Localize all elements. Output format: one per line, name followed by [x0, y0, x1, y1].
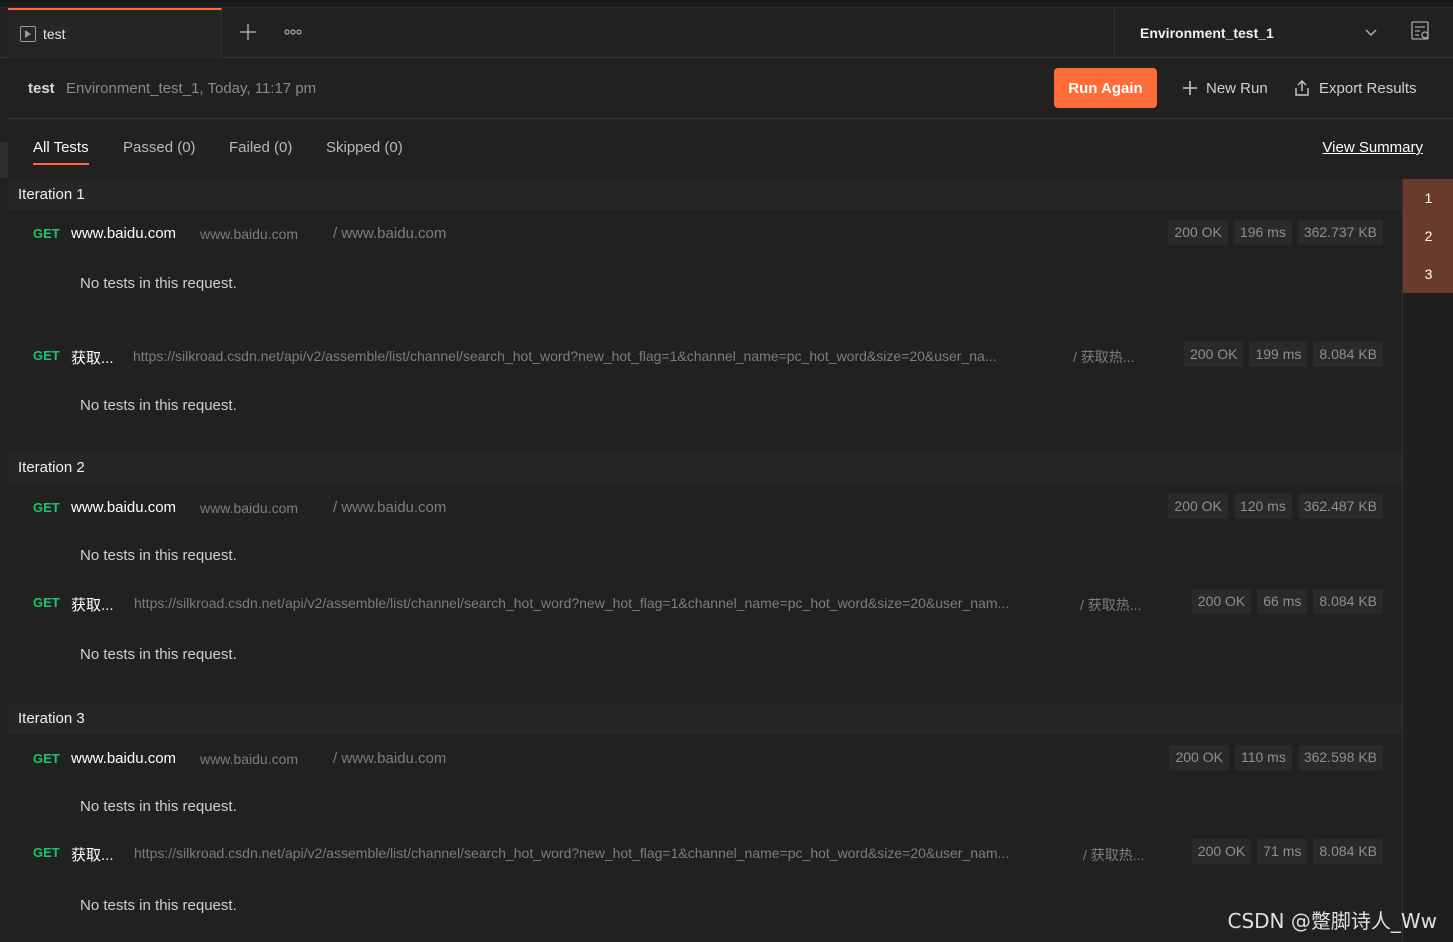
chevron-down-icon: [1364, 25, 1378, 44]
request-method: GET: [33, 226, 60, 241]
size-badge: 8.084 KB: [1313, 589, 1383, 614]
view-summary-link[interactable]: View Summary: [1322, 139, 1423, 156]
result-filters: All Tests Passed (0) Failed (0) Skipped …: [8, 119, 1453, 179]
run-results-list: Iteration 1 GET www.baidu.com www.baidu.…: [8, 179, 1402, 942]
iteration-header: Iteration 2: [8, 452, 1402, 483]
tab-all-tests[interactable]: All Tests: [33, 139, 89, 165]
request-url: https://silkroad.csdn.net/api/v2/assembl…: [134, 595, 1010, 611]
tab-failed[interactable]: Failed (0): [229, 139, 292, 156]
status-badge: 200 OK: [1168, 494, 1228, 519]
more-tabs-button[interactable]: [281, 20, 305, 44]
iteration-scrubber: 1 2 3: [1402, 179, 1453, 942]
run-header: test Environment_test_1, Today, 11:17 pm…: [8, 58, 1453, 119]
iteration-jump-1[interactable]: 1: [1403, 179, 1453, 217]
add-tab-button[interactable]: [236, 20, 260, 44]
request-url: www.baidu.com: [200, 500, 299, 516]
new-run-button[interactable]: New Run: [1182, 76, 1268, 100]
run-again-button[interactable]: Run Again: [1054, 68, 1157, 108]
request-method: GET: [33, 500, 60, 515]
plus-icon: [1183, 81, 1197, 95]
no-tests-message: No tests in this request.: [80, 275, 237, 292]
time-badge: 66 ms: [1257, 589, 1308, 614]
time-badge: 110 ms: [1234, 745, 1292, 770]
no-tests-message: No tests in this request.: [80, 646, 237, 663]
no-tests-message: No tests in this request.: [80, 547, 237, 564]
export-icon: [1295, 80, 1309, 96]
size-badge: 362.598 KB: [1297, 745, 1383, 770]
request-path: / www.baidu.com: [333, 225, 447, 242]
ellipsis-icon: [284, 29, 302, 35]
new-run-label: New Run: [1206, 79, 1268, 97]
watermark: CSDN @蹩脚诗人_Ww: [1227, 909, 1437, 933]
request-path: / 获取热...: [1083, 847, 1145, 863]
request-name[interactable]: www.baidu.com: [71, 225, 176, 242]
request-row[interactable]: GET 获取... https://silkroad.csdn.net/api/…: [8, 578, 1402, 626]
iteration-jump-3[interactable]: 3: [1403, 255, 1453, 293]
request-method: GET: [33, 595, 60, 610]
collection-name: test: [28, 80, 55, 97]
request-row[interactable]: GET 获取... https://silkroad.csdn.net/api/…: [8, 330, 1402, 380]
time-badge: 199 ms: [1249, 342, 1308, 367]
export-results-label: Export Results: [1319, 79, 1417, 97]
time-badge: 120 ms: [1233, 494, 1292, 519]
request-path: / 获取热...: [1073, 349, 1135, 365]
environment-eye-icon: [1411, 21, 1429, 40]
request-row[interactable]: GET www.baidu.com www.baidu.com / www.ba…: [8, 483, 1402, 526]
status-badge: 200 OK: [1169, 745, 1229, 770]
request-name[interactable]: 获取...: [71, 844, 114, 865]
tab-test[interactable]: test: [8, 8, 222, 58]
run-meta: Environment_test_1, Today, 11:17 pm: [66, 80, 317, 97]
request-name[interactable]: 获取...: [71, 347, 114, 368]
environment-quick-look-button[interactable]: [1408, 18, 1434, 44]
status-badge: 200 OK: [1168, 220, 1228, 245]
tab-passed[interactable]: Passed (0): [123, 139, 196, 156]
export-results-button[interactable]: Export Results: [1293, 76, 1417, 100]
request-path: / 获取热...: [1080, 597, 1142, 613]
no-tests-message: No tests in this request.: [80, 897, 237, 914]
request-row[interactable]: GET www.baidu.com www.baidu.com / www.ba…: [8, 210, 1402, 250]
no-tests-message: No tests in this request.: [80, 798, 237, 815]
request-name[interactable]: 获取...: [71, 594, 114, 615]
iteration-header: Iteration 1: [8, 179, 1402, 210]
status-badge: 200 OK: [1191, 839, 1252, 864]
size-badge: 8.084 KB: [1313, 342, 1383, 367]
request-url: www.baidu.com: [200, 226, 299, 242]
request-method: GET: [33, 348, 60, 363]
plus-icon: [240, 24, 256, 40]
request-method: GET: [33, 845, 60, 860]
request-url: www.baidu.com: [200, 751, 299, 767]
runner-icon: [20, 26, 36, 42]
tab-bar: test Environment_test_1: [0, 0, 1453, 58]
request-row[interactable]: GET 获取... https://silkroad.csdn.net/api/…: [8, 829, 1402, 877]
status-badge: 200 OK: [1183, 342, 1244, 367]
request-row[interactable]: GET www.baidu.com www.baidu.com / www.ba…: [8, 734, 1402, 777]
time-badge: 196 ms: [1233, 220, 1292, 245]
tab-skipped[interactable]: Skipped (0): [326, 139, 403, 156]
request-path: / www.baidu.com: [333, 499, 447, 516]
request-method: GET: [33, 751, 60, 766]
iteration-header: Iteration 3: [8, 703, 1402, 734]
request-name[interactable]: www.baidu.com: [71, 499, 176, 516]
size-badge: 8.084 KB: [1313, 839, 1383, 864]
environment-name: Environment_test_1: [1140, 25, 1274, 41]
request-url: https://silkroad.csdn.net/api/v2/assembl…: [134, 845, 1010, 861]
time-badge: 71 ms: [1257, 839, 1308, 864]
request-path: / www.baidu.com: [333, 750, 447, 767]
tab-title: test: [43, 26, 66, 42]
environment-selector[interactable]: Environment_test_1: [1114, 8, 1396, 58]
size-badge: 362.737 KB: [1297, 220, 1383, 245]
size-badge: 362.487 KB: [1297, 494, 1383, 519]
no-tests-message: No tests in this request.: [80, 397, 237, 414]
request-name[interactable]: www.baidu.com: [71, 750, 176, 767]
request-url: https://silkroad.csdn.net/api/v2/assembl…: [133, 348, 997, 364]
status-badge: 200 OK: [1191, 589, 1252, 614]
iteration-jump-2[interactable]: 2: [1403, 217, 1453, 255]
